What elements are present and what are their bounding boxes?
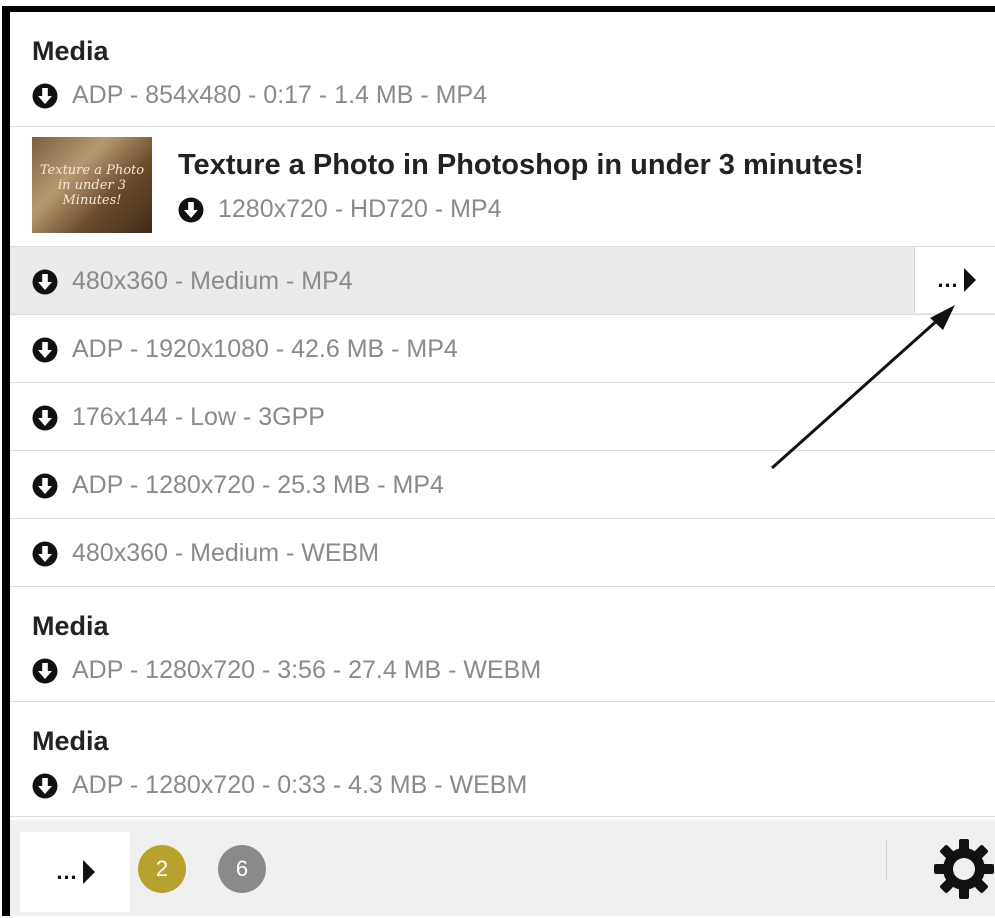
video-meta-label: 1280x720 - HD720 - MP4	[218, 195, 502, 223]
video-thumbnail: Texture a Photo in under 3 Minutes!	[32, 137, 152, 233]
format-label: ADP - 1280x720 - 25.3 MB - MP4	[72, 471, 444, 499]
format-row[interactable]: ADP - 1280x720 - 25.3 MB - MP4	[10, 451, 995, 519]
format-option[interactable]: 480x360 - Medium - MP4	[32, 267, 353, 296]
play-arrow-icon	[963, 268, 976, 292]
media-meta[interactable]: ADP - 1280x720 - 3:56 - 27.4 MB - WEBM	[32, 656, 541, 685]
download-circle-icon[interactable]	[32, 83, 58, 109]
video-item[interactable]: Texture a Photo in under 3 Minutes! Text…	[10, 127, 995, 247]
format-row[interactable]: ADP - 1920x1080 - 42.6 MB - MP4	[10, 315, 995, 383]
format-label: 480x360 - Medium - WEBM	[72, 539, 380, 567]
format-option[interactable]: ADP - 1920x1080 - 42.6 MB - MP4	[32, 335, 458, 364]
media-meta-label: ADP - 1280x720 - 0:33 - 4.3 MB - WEBM	[72, 771, 528, 799]
format-label: 176x144 - Low - 3GPP	[72, 403, 325, 431]
format-option[interactable]: 176x144 - Low - 3GPP	[32, 403, 325, 432]
footer-bar: … 2 6	[10, 820, 995, 916]
count-badge-gray[interactable]: 6	[218, 845, 266, 893]
media-meta-label: ADP - 854x480 - 0:17 - 1.4 MB - MP4	[72, 81, 488, 109]
more-dots-icon: …	[55, 859, 78, 884]
video-meta[interactable]: 1280x720 - HD720 - MP4	[178, 195, 501, 224]
gear-icon[interactable]	[933, 838, 995, 900]
format-label: 480x360 - Medium - MP4	[72, 267, 353, 295]
format-option[interactable]: 480x360 - Medium - WEBM	[32, 539, 379, 568]
media-item[interactable]: Media ADP - 854x480 - 0:17 - 1.4 MB - MP…	[10, 12, 995, 127]
count-badge-yellow[interactable]: 2	[138, 845, 186, 893]
media-title: Media	[32, 726, 109, 756]
media-item[interactable]: Media ADP - 1280x720 - 0:33 - 4.3 MB - W…	[10, 702, 995, 817]
media-meta[interactable]: ADP - 854x480 - 0:17 - 1.4 MB - MP4	[32, 81, 487, 110]
more-options-button[interactable]: …	[914, 247, 995, 313]
media-title: Media	[32, 36, 109, 66]
download-circle-icon[interactable]	[32, 337, 58, 363]
video-title: Texture a Photo in Photoshop in under 3 …	[178, 149, 864, 181]
format-label: ADP - 1920x1080 - 42.6 MB - MP4	[72, 335, 458, 363]
more-dots-icon: …	[936, 267, 959, 292]
format-row[interactable]: 480x360 - Medium - WEBM	[10, 519, 995, 587]
download-circle-icon[interactable]	[178, 197, 204, 223]
media-title: Media	[32, 611, 109, 641]
download-circle-icon[interactable]	[32, 773, 58, 799]
media-meta-label: ADP - 1280x720 - 3:56 - 27.4 MB - WEBM	[72, 656, 542, 684]
format-option[interactable]: ADP - 1280x720 - 25.3 MB - MP4	[32, 471, 444, 500]
download-circle-icon[interactable]	[32, 405, 58, 431]
download-circle-icon[interactable]	[32, 541, 58, 567]
window-frame: Media ADP - 854x480 - 0:17 - 1.4 MB - MP…	[2, 6, 995, 916]
format-row[interactable]: 480x360 - Medium - MP4 …	[10, 247, 995, 315]
download-circle-icon[interactable]	[32, 269, 58, 295]
download-circle-icon[interactable]	[32, 473, 58, 499]
footer-more-button[interactable]: …	[20, 832, 130, 912]
play-arrow-icon	[82, 860, 95, 884]
footer-divider	[886, 840, 887, 880]
thumbnail-text: Texture a Photo in under 3 Minutes!	[39, 162, 145, 208]
media-item[interactable]: Media ADP - 1280x720 - 3:56 - 27.4 MB - …	[10, 587, 995, 702]
download-circle-icon[interactable]	[32, 658, 58, 684]
media-meta[interactable]: ADP - 1280x720 - 0:33 - 4.3 MB - WEBM	[32, 771, 527, 800]
format-row[interactable]: 176x144 - Low - 3GPP	[10, 383, 995, 451]
download-panel: Media ADP - 854x480 - 0:17 - 1.4 MB - MP…	[10, 12, 995, 916]
